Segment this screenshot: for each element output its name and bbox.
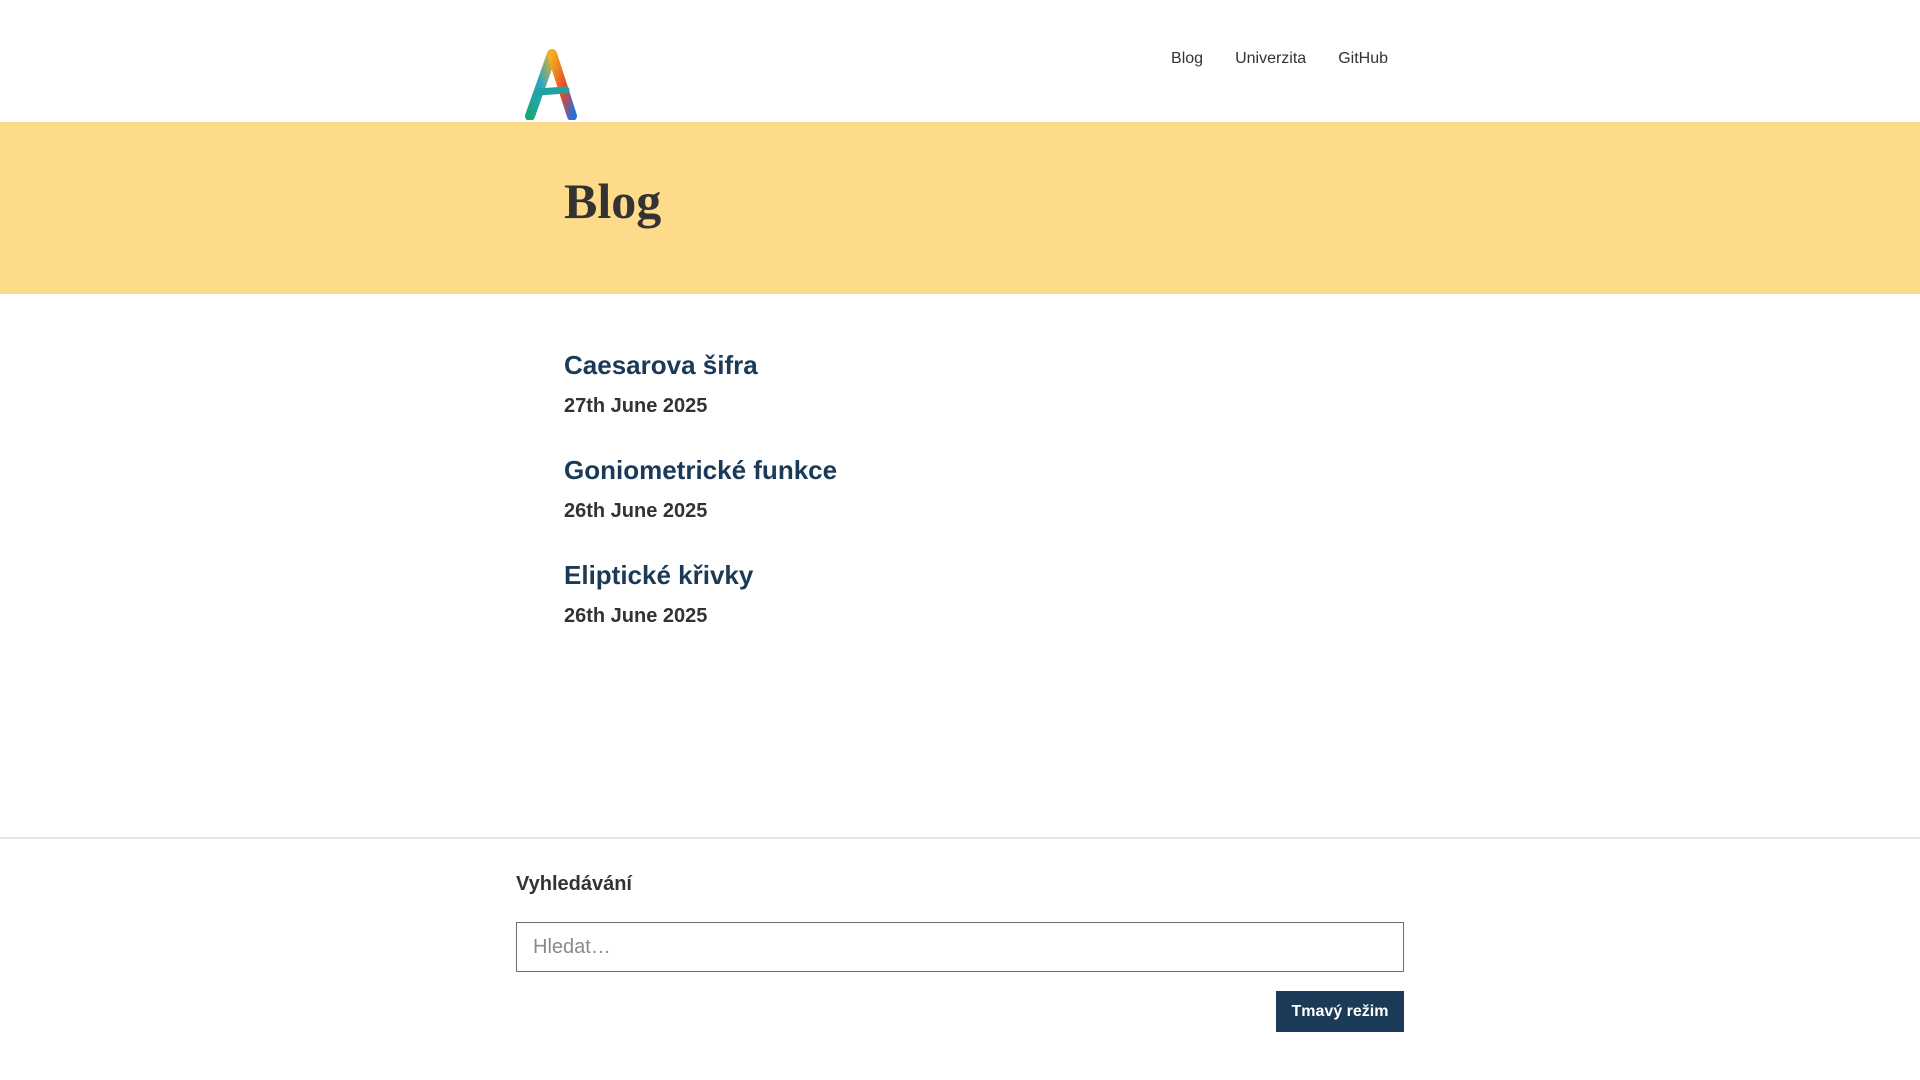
post-date: 26th June 2025	[564, 500, 708, 522]
home-logo-link[interactable]	[524, 48, 610, 121]
post-title-link[interactable]: Eliptické křivky	[564, 560, 1364, 591]
nav-github-link[interactable]: GitHub	[1338, 50, 1388, 68]
post-date: 27th June 2025	[564, 395, 708, 417]
dark-mode-button[interactable]: Tmavý režim	[1276, 991, 1404, 1032]
post-title-link[interactable]: Goniometrické funkce	[564, 455, 1364, 486]
main-nav: Blog Univerzita GitHub	[1171, 50, 1388, 68]
nav-blog-link[interactable]: Blog	[1171, 50, 1203, 68]
site-footer: Vyhledávání Tmavý režim	[0, 837, 1920, 1080]
post-title-link[interactable]: Caesarova šifra	[564, 350, 1364, 381]
list-item: Goniometrické funkce 26th June 2025	[564, 455, 1364, 532]
search-input[interactable]	[516, 922, 1404, 972]
site-header: Blog Univerzita GitHub	[0, 0, 1920, 122]
search-label: Vyhledávání	[516, 873, 632, 895]
page-title: Blog	[564, 173, 662, 229]
list-item: Caesarova šifra 27th June 2025	[564, 350, 1364, 427]
page-hero: Blog	[0, 122, 1920, 294]
a-plus-logo-icon	[525, 49, 608, 121]
list-item: Eliptické křivky 26th June 2025	[564, 560, 1364, 637]
nav-univerzita-link[interactable]: Univerzita	[1235, 50, 1306, 68]
post-list: Caesarova šifra 27th June 2025 Goniometr…	[564, 350, 1364, 665]
post-date: 26th June 2025	[564, 605, 708, 627]
